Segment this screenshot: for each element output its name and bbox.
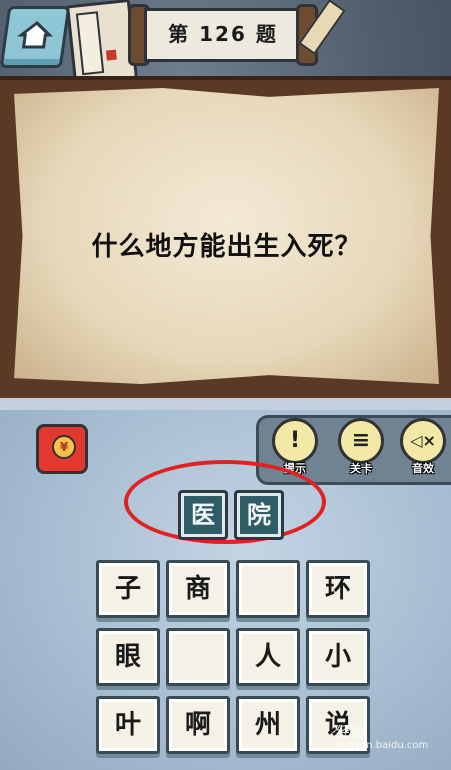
answer-slot-2[interactable]: 院 bbox=[234, 490, 284, 540]
char-key[interactable]: 商 bbox=[166, 560, 230, 618]
lightbulb-icon: ! bbox=[272, 418, 318, 464]
levels-button[interactable]: ≡ 关卡 bbox=[336, 418, 386, 476]
answer-slot-1[interactable]: 医 bbox=[178, 490, 228, 540]
red-envelope-icon: ¥ bbox=[52, 435, 76, 459]
char-key[interactable]: 州 bbox=[236, 696, 300, 754]
level-title: 第 126 题 bbox=[168, 22, 278, 46]
char-key-empty[interactable] bbox=[166, 628, 230, 686]
question-text: 什么地方能出生入死？ bbox=[91, 232, 362, 262]
char-key[interactable]: 小 bbox=[306, 628, 370, 686]
sound-mute-icon: ◁× bbox=[400, 418, 446, 464]
level-list-icon: ≡ bbox=[338, 418, 384, 464]
sound-label: 音效 bbox=[412, 462, 434, 475]
watermark-text: 经验 bbox=[336, 725, 364, 741]
home-icon bbox=[17, 21, 54, 49]
char-key[interactable]: 啊 bbox=[166, 696, 230, 754]
seal-stamp bbox=[105, 49, 117, 61]
char-key[interactable]: 叶 bbox=[96, 696, 160, 754]
watermark: 经验 jingyan.baidu.com bbox=[336, 722, 428, 751]
watermark-url: jingyan.baidu.com bbox=[336, 740, 429, 751]
char-key[interactable]: 人 bbox=[236, 628, 300, 686]
char-key[interactable]: 环 bbox=[306, 560, 370, 618]
book-spine bbox=[75, 11, 105, 76]
levels-label: 关卡 bbox=[350, 462, 372, 475]
sound-button[interactable]: ◁× 音效 bbox=[398, 418, 448, 476]
char-key[interactable]: 子 bbox=[96, 560, 160, 618]
level-scroll: 第 126 题 bbox=[128, 4, 318, 66]
home-button[interactable] bbox=[0, 6, 71, 68]
char-key-empty[interactable] bbox=[236, 560, 300, 618]
char-key[interactable]: 眼 bbox=[96, 628, 160, 686]
divider-band bbox=[0, 398, 451, 410]
red-envelope-button[interactable]: ¥ bbox=[36, 424, 88, 474]
